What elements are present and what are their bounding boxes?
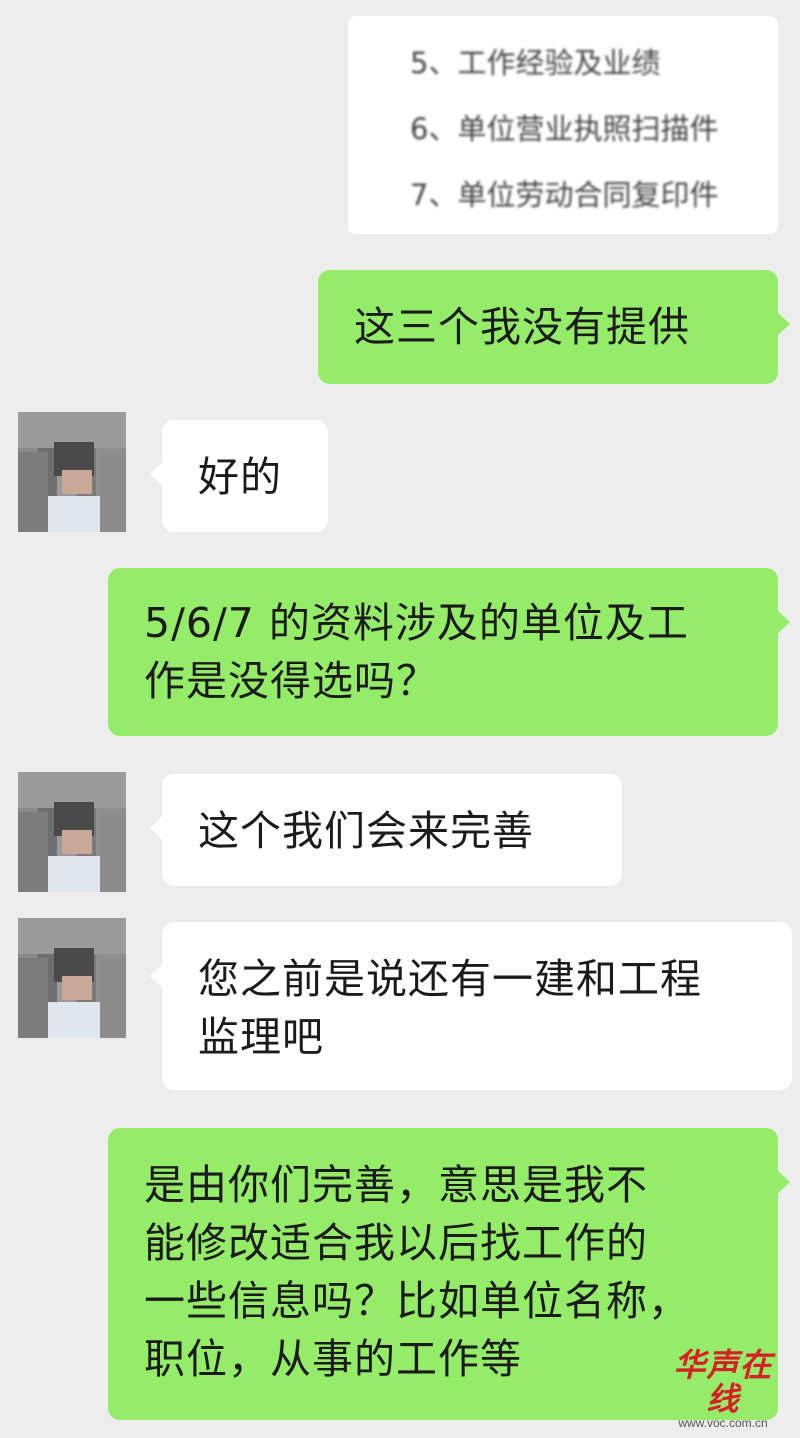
watermark-url: www.voc.com.cn [678, 1416, 768, 1430]
contact-avatar[interactable] [18, 772, 126, 892]
message-text: 这个我们会来完善 [198, 807, 534, 855]
message-text-line: 作是没得选吗？ [144, 657, 438, 705]
document-image-message[interactable]: 5、工作经验及业绩 6、单位营业执照扫描件 7、单位劳动合同复印件 [348, 16, 778, 234]
sent-message-bubble[interactable]: 5/6/7 的资料涉及的单位及工 作是没得选吗？ [108, 568, 790, 736]
message-text-line: 5/6/7 的资料涉及的单位及工 [144, 599, 689, 647]
message-text: 好的 [198, 453, 282, 501]
received-message-bubble[interactable]: 您之前是说还有一建和工程 监理吧 [150, 922, 792, 1090]
news-watermark: 华声在线 www.voc.com.cn [658, 1348, 788, 1430]
received-message-bubble[interactable]: 好的 [150, 420, 328, 532]
message-text-line: 是由你们完善，意思是我不 [144, 1161, 648, 1209]
message-text-line: 您之前是说还有一建和工程 [198, 955, 702, 1003]
watermark-brand: 华声在线 [673, 1346, 773, 1418]
received-message-bubble[interactable]: 这个我们会来完善 [150, 774, 622, 886]
sent-message-bubble[interactable]: 这三个我没有提供 [318, 270, 790, 384]
document-line: 7、单位劳动合同复印件 [410, 178, 719, 212]
document-line: 6、单位营业执照扫描件 [410, 112, 719, 146]
message-text-line: 一些信息吗？比如单位名称， [144, 1277, 690, 1325]
contact-avatar[interactable] [18, 918, 126, 1038]
contact-avatar[interactable] [18, 412, 126, 532]
document-line: 5、工作经验及业绩 [410, 46, 661, 80]
message-text: 这三个我没有提供 [354, 303, 690, 351]
chat-window: 5、工作经验及业绩 6、单位营业执照扫描件 7、单位劳动合同复印件 这三个我没有… [0, 0, 800, 1438]
message-text-line: 监理吧 [198, 1013, 324, 1061]
message-text-line: 能修改适合我以后找工作的 [144, 1219, 648, 1267]
